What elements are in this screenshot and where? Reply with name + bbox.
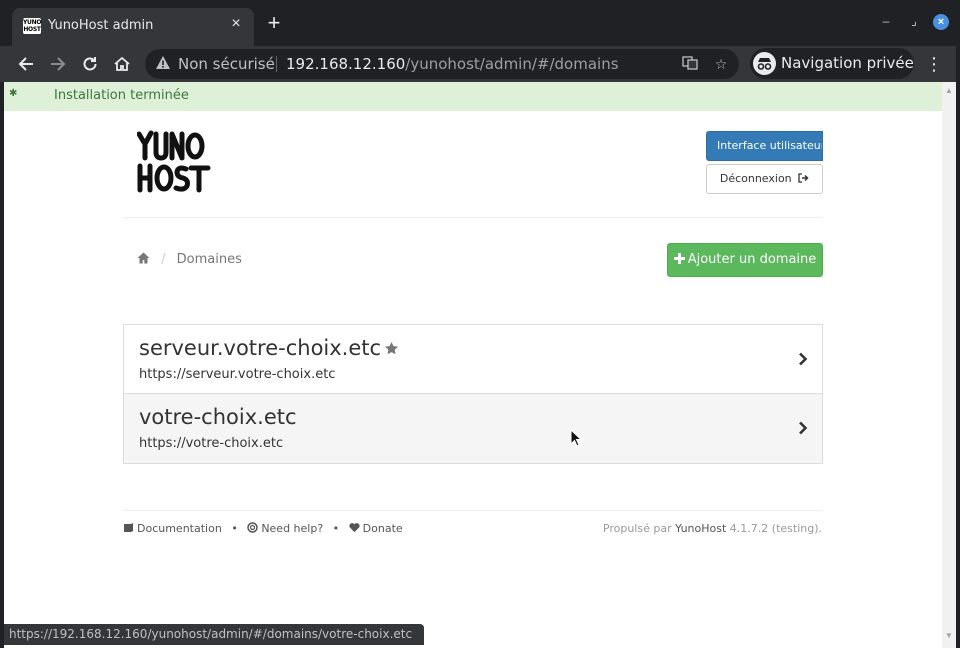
scroll-down-icon[interactable]: ▼: [945, 632, 953, 640]
window-close-icon[interactable]: ×: [933, 14, 949, 30]
documentation-link[interactable]: Documentation: [137, 522, 222, 535]
home-icon[interactable]: [137, 252, 150, 264]
footer-bullet: •: [332, 522, 340, 535]
chevron-right-icon: [799, 352, 808, 366]
private-browsing-label: Navigation privée: [781, 54, 914, 72]
life-ring-icon: [247, 522, 259, 533]
donate-link[interactable]: Donate: [363, 522, 403, 535]
page-scrollbar[interactable]: ▲ ▼: [942, 82, 956, 648]
new-tab-button[interactable]: +: [264, 12, 284, 34]
minimize-icon[interactable]: –: [878, 12, 894, 30]
main-domain-star-icon: [385, 341, 399, 355]
footer-bullet: •: [231, 522, 238, 535]
browser-toolbar: Non sécurisé 192.168.12.160/yunohost/adm…: [0, 46, 960, 82]
bookmark-star-icon[interactable]: ☆: [712, 55, 730, 73]
logout-button[interactable]: Déconnexion: [706, 164, 823, 194]
domain-name: serveur.votre-choix.etc: [139, 336, 399, 360]
page-viewport: ✱ Installation terminée Interface utilis…: [4, 82, 942, 648]
link-status-bubble: https://192.168.12.160/yunohost/admin/#/…: [4, 624, 424, 645]
breadcrumb: / Domaines: [137, 252, 242, 272]
close-tab-icon[interactable]: ×: [228, 16, 244, 32]
scroll-up-icon[interactable]: ▲: [945, 87, 953, 95]
reload-button[interactable]: [78, 52, 102, 76]
browser-tabbar: YUNO HOST YunoHost admin × + – ⌟ ×: [0, 0, 960, 46]
alert-text: Installation terminée: [54, 88, 189, 103]
browser-tab[interactable]: YUNO HOST YunoHost admin ×: [12, 8, 254, 46]
domain-list-item[interactable]: votre-choix.etc https://votre-choix.etc: [123, 394, 823, 464]
back-button[interactable]: [14, 52, 38, 76]
header-divider: [123, 217, 823, 218]
footer-links: Documentation • Need help? • Donate: [123, 522, 403, 535]
home-button[interactable]: [110, 52, 134, 76]
book-icon: [124, 523, 133, 532]
mouse-cursor-icon: [570, 429, 582, 447]
breadcrumb-current: Domaines: [176, 252, 242, 267]
url-text[interactable]: 192.168.12.160/yunohost/admin/#/domains: [286, 55, 619, 73]
chevron-right-icon: [799, 421, 808, 435]
success-alert: ✱ Installation terminée: [4, 82, 942, 111]
window-frame-right: [956, 46, 960, 648]
private-browsing-indicator[interactable]: Navigation privée: [750, 48, 914, 79]
address-separator: [276, 56, 277, 72]
domain-url: https://serveur.votre-choix.etc: [139, 367, 336, 382]
incognito-icon: [753, 52, 776, 75]
restore-icon[interactable]: ⌟: [906, 12, 922, 30]
breadcrumb-separator: /: [161, 252, 166, 267]
powered-by: Propulsé par YunoHost 4.1.7.2 (testing).: [602, 522, 822, 535]
yunohost-favicon-icon: YUNO HOST: [23, 18, 41, 34]
forward-button[interactable]: [46, 52, 70, 76]
footer-divider: [123, 510, 823, 511]
domain-list: serveur.votre-choix.etc https://serveur.…: [123, 324, 823, 464]
translate-icon[interactable]: [681, 55, 699, 73]
tab-title: YunoHost admin: [48, 18, 154, 33]
domain-list-item[interactable]: serveur.votre-choix.etc https://serveur.…: [123, 324, 823, 394]
add-domain-button[interactable]: Ajouter un domaine: [667, 243, 823, 277]
user-interface-button[interactable]: Interface utilisateur: [706, 131, 823, 161]
need-help-link[interactable]: Need help?: [261, 522, 323, 535]
heart-icon: [349, 523, 360, 533]
yunohost-logo[interactable]: [136, 130, 211, 194]
address-bar[interactable]: Non sécurisé 192.168.12.160/yunohost/adm…: [145, 49, 739, 79]
sign-out-icon: [798, 173, 809, 183]
domain-name: votre-choix.etc: [139, 405, 297, 429]
domain-url: https://votre-choix.etc: [139, 436, 284, 451]
browser-menu-icon[interactable]: ⋮: [924, 52, 944, 76]
warning-icon[interactable]: [155, 55, 171, 71]
plus-icon: [673, 253, 685, 264]
yunohost-link[interactable]: YunoHost: [675, 522, 726, 535]
security-label[interactable]: Non sécurisé: [178, 55, 275, 73]
thumbtack-icon: ✱: [9, 88, 18, 99]
version-text: 4.1.7.2 (testing).: [729, 522, 822, 535]
